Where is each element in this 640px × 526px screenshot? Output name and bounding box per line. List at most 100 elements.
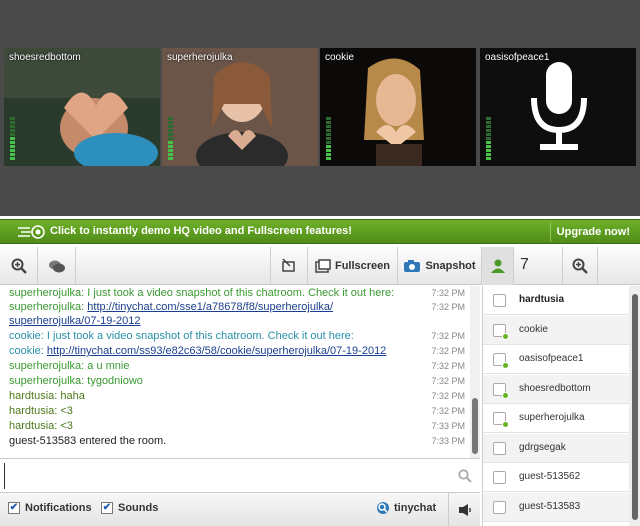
chat-message: superherojulka: I just took a video snap…: [9, 286, 469, 301]
speaker-icon: [458, 504, 471, 516]
camera-on-indicator-icon: [502, 332, 509, 340]
message-time: 7:32 PM: [431, 391, 465, 401]
message-time: 7:32 PM: [431, 376, 465, 386]
message-sender: superherojulka:: [9, 301, 88, 313]
popout-icon: [282, 258, 295, 272]
user-list: hardtusia cookie oasisofpeace1 shoesredbott…: [482, 286, 640, 526]
message-time: 7:32 PM: [431, 288, 465, 298]
user-select-checkbox[interactable]: [493, 500, 506, 514]
message-text: hardtusia: haha: [9, 390, 85, 402]
tinychat-logo-icon: [377, 502, 389, 514]
search-icon[interactable]: [458, 469, 472, 483]
user-list-item[interactable]: guest-513562: [483, 463, 629, 492]
chat-bubbles-icon: [48, 260, 65, 273]
user-count: 7: [520, 256, 529, 273]
chat-message: superherojulka/07-19-2012: [9, 314, 469, 329]
user-list-item[interactable]: guest-513583: [483, 492, 629, 522]
users-zoom-button[interactable]: [562, 247, 598, 285]
message-time: 7:32 PM: [431, 346, 465, 356]
promo-text: Click to instantly demo HQ video and Ful…: [50, 225, 352, 237]
message-time: 7:33 PM: [431, 436, 465, 446]
user-select-checkbox[interactable]: [493, 441, 506, 455]
camera-name: superherojulka: [167, 52, 233, 63]
user-name: cookie: [519, 323, 548, 335]
user-list-item[interactable]: shoesredbottom: [483, 374, 629, 404]
camera-tile-oasisofpeace1[interactable]: oasisofpeace1: [480, 48, 636, 166]
zoom-button[interactable]: [0, 247, 38, 285]
camera-on-indicator-icon: [502, 421, 509, 428]
message-input[interactable]: [4, 463, 454, 489]
message-text: superherojulka/07-19-2012: [9, 314, 419, 329]
fullscreen-label: Fullscreen: [334, 260, 391, 272]
camera-name: oasisofpeace1: [485, 52, 550, 63]
upgrade-button[interactable]: Upgrade now!: [549, 222, 636, 242]
chat-scrollbar-thumb[interactable]: [472, 398, 478, 454]
chat-scrollbar[interactable]: [470, 286, 480, 458]
snapshot-button[interactable]: Snapshot: [398, 247, 482, 285]
chat-message: hardtusia: <3 7:32 PM: [9, 404, 469, 419]
user-list-item[interactable]: gdrgsegak: [483, 433, 629, 463]
fullscreen-button[interactable]: Fullscreen: [308, 247, 398, 285]
audio-level-meter: [486, 114, 491, 160]
message-input-bar: [0, 458, 480, 492]
snapshot-link[interactable]: http://tinychat.com/sse1/a78678/f8/super…: [87, 301, 333, 313]
tinychat-room: shoesredbottom superherojulka cookie oas…: [0, 0, 640, 526]
message-text: hardtusia: <3: [9, 420, 73, 432]
chat-message: cookie: I just took a video snapshot of …: [9, 329, 469, 344]
camera-icon: [404, 260, 421, 272]
chat-message: hardtusia: <3 7:33 PM: [9, 419, 469, 434]
snapshot-link[interactable]: http://tinychat.com/ss93/e82c63/58/cooki…: [47, 345, 386, 357]
user-select-checkbox[interactable]: [493, 471, 506, 484]
camera-name: shoesredbottom: [9, 52, 81, 63]
private-messages-button[interactable]: [38, 247, 76, 285]
chat-message: guest-513583 entered the room. 7:33 PM: [9, 434, 469, 449]
user-name: hardtusia: [519, 294, 565, 305]
sounds-checkbox[interactable]: ✔ Sounds: [101, 502, 158, 514]
user-name: oasisofpeace1: [519, 353, 584, 364]
chat-message: superherojulka: tygodniowo 7:32 PM: [9, 374, 469, 389]
camera-tile-cookie[interactable]: cookie: [320, 48, 476, 166]
video-area: shoesredbottom superherojulka cookie oas…: [0, 0, 640, 216]
message-text: superherojulka: a u mnie: [9, 360, 130, 372]
hq-video-icon: [18, 225, 45, 239]
user-select-checkbox[interactable]: [493, 294, 506, 307]
message-sender: cookie:: [9, 345, 47, 357]
message-text: hardtusia: <3: [9, 405, 73, 417]
chat-message: superherojulka: a u mnie 7:32 PM: [9, 359, 469, 374]
notifications-checkbox[interactable]: ✔ Notifications: [8, 502, 92, 514]
notifications-label: Notifications: [25, 502, 92, 514]
camera-feed-image: [162, 48, 318, 166]
camera-name: cookie: [325, 52, 354, 63]
camera-feed-image: [4, 48, 160, 166]
message-time: 7:32 PM: [431, 406, 465, 416]
user-list-item[interactable]: hardtusia: [483, 286, 629, 315]
user-list-item[interactable]: cookie: [483, 315, 629, 345]
message-text: guest-513583 entered the room.: [9, 435, 167, 447]
snapshot-link[interactable]: superherojulka/07-19-2012: [9, 315, 140, 327]
zoom-icon: [11, 258, 27, 274]
camera-tile-superherojulka[interactable]: superherojulka: [162, 48, 318, 166]
users-tab[interactable]: [482, 247, 514, 285]
audio-level-meter: [326, 114, 331, 160]
chat-message: hardtusia: haha 7:32 PM: [9, 389, 469, 404]
message-text: superherojulka: I just took a video snap…: [9, 287, 395, 299]
audio-level-meter: [168, 114, 173, 160]
camera-tile-shoesredbottom[interactable]: shoesredbottom: [4, 48, 160, 166]
popout-button[interactable]: [270, 247, 308, 285]
promo-banner[interactable]: Click to instantly demo HQ video and Ful…: [0, 219, 640, 244]
chat-options-bar: ✔ Notifications ✔ Sounds tinychat: [0, 492, 480, 526]
sounds-label: Sounds: [118, 502, 159, 514]
user-list-item[interactable]: oasisofpeace1: [483, 345, 629, 374]
chat-messages[interactable]: superherojulka: I just took a video snap…: [0, 286, 480, 458]
tinychat-brand-link[interactable]: tinychat: [376, 501, 436, 515]
user-list-item[interactable]: superherojulka: [483, 404, 629, 433]
audio-level-meter: [10, 114, 15, 160]
checkbox-checked-icon: ✔: [8, 502, 20, 514]
fullscreen-icon: [315, 259, 331, 273]
volume-button[interactable]: [448, 493, 480, 526]
user-list-scrollbar[interactable]: [629, 286, 640, 526]
user-name: gdrgsegak: [519, 441, 566, 453]
user-icon: [490, 259, 505, 273]
checkbox-checked-icon: ✔: [101, 502, 113, 514]
user-list-scrollbar-thumb[interactable]: [632, 294, 638, 520]
